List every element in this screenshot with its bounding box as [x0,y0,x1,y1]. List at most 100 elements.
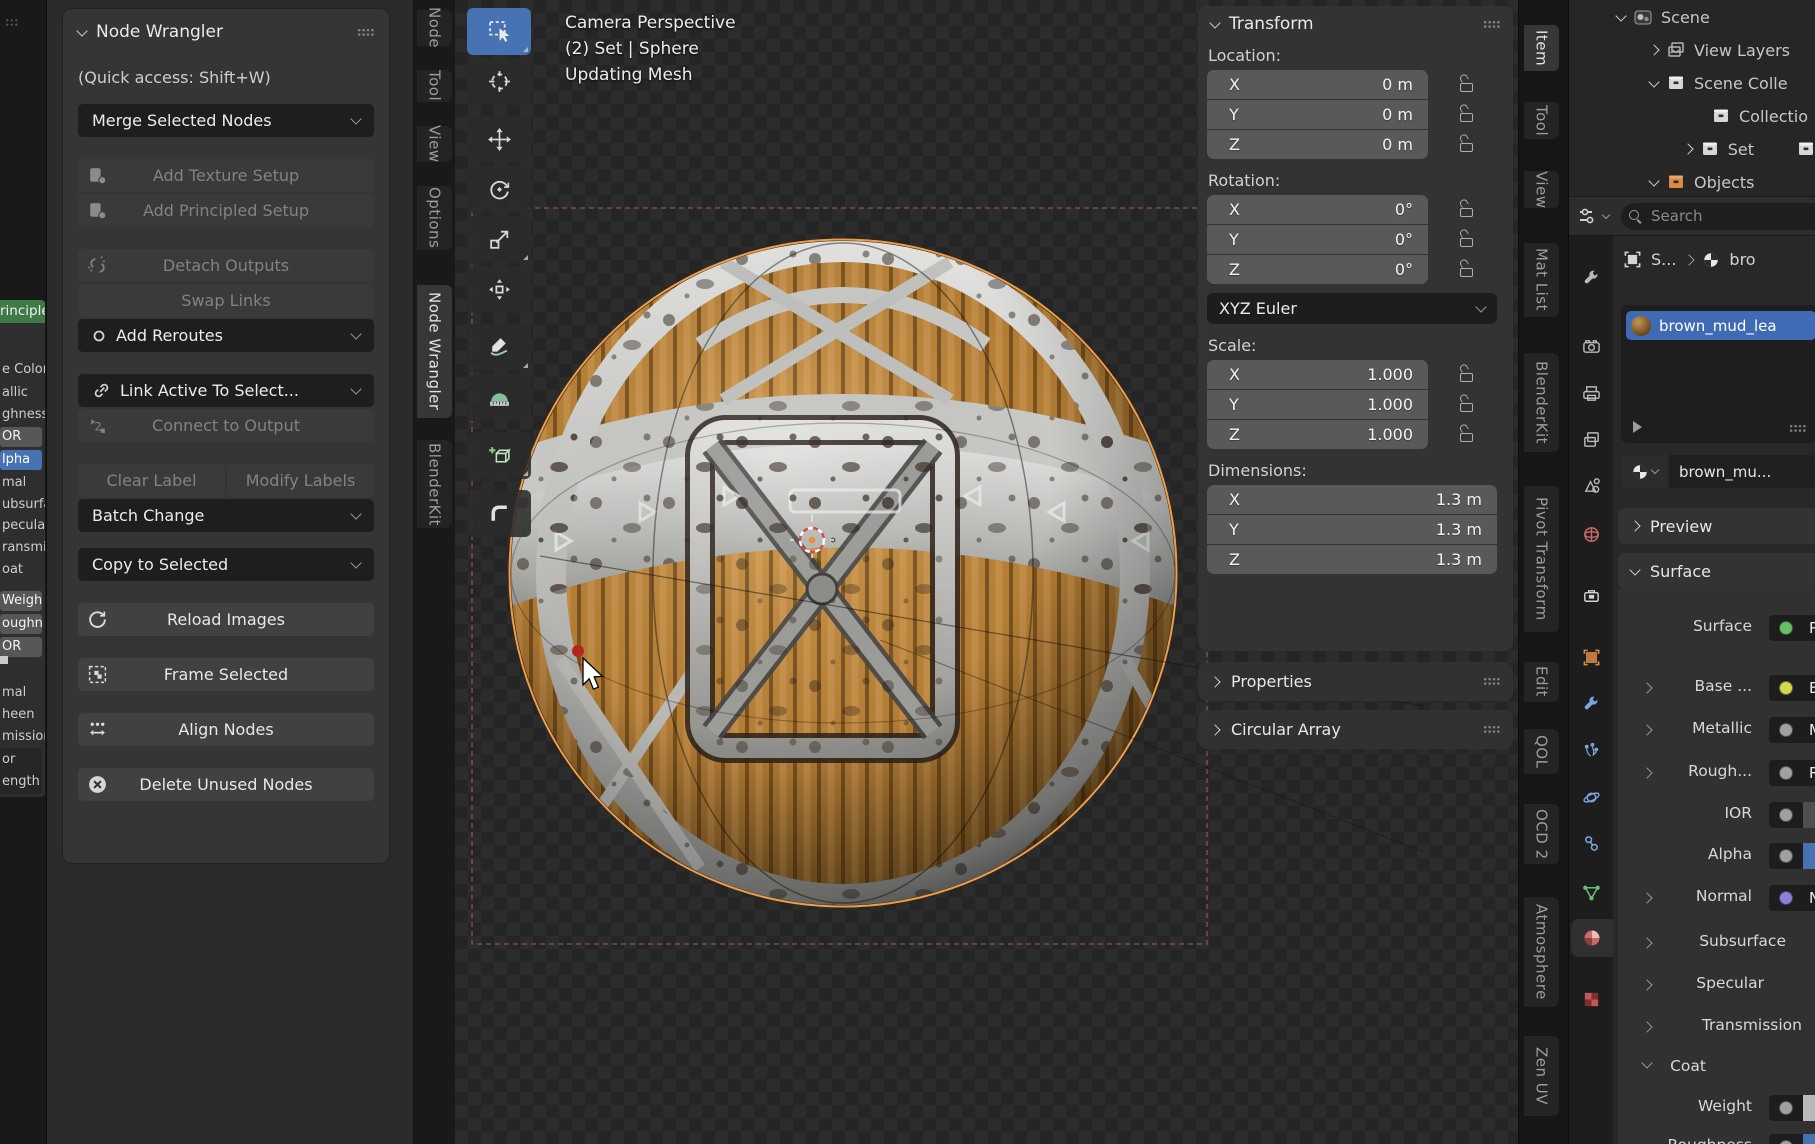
expand-arrow-icon[interactable] [1633,421,1642,433]
lock-icon[interactable] [1459,366,1474,383]
measure-tool[interactable] [467,374,531,421]
node-checkbox[interactable] [0,656,8,664]
node-socket[interactable]: mal [0,473,45,493]
alpha-input[interactable] [1769,843,1815,869]
select-box-tool[interactable] [467,8,531,55]
node-socket-field[interactable]: OR [0,427,42,447]
output-properties-tab[interactable] [1569,374,1613,412]
outliner-row-set[interactable]: Set [1569,134,1815,164]
node-socket[interactable]: ength [0,772,45,792]
modify-labels-button[interactable]: Modify Labels [227,464,374,497]
tab-blenderkit[interactable]: BlenderKit [1524,353,1559,452]
chevron-down-icon[interactable] [1648,175,1659,186]
object-data-properties-tab[interactable] [1569,873,1613,911]
frame-selected-button[interactable]: Frame Selected [78,658,374,691]
render-properties-tab[interactable] [1569,327,1613,365]
node-socket-field[interactable]: oughnes [0,614,42,634]
breadcrumb-object[interactable]: S... [1651,250,1676,269]
ior-input[interactable] [1769,802,1815,828]
outliner-row-collection[interactable]: Collectio [1569,101,1815,131]
add-reroutes-dropdown[interactable]: Add Reroutes [78,319,374,352]
coat-weight-input[interactable] [1769,1095,1815,1121]
add-principled-setup-button[interactable]: Add Principled Setup [78,194,374,227]
tab-edit[interactable]: Edit [1524,662,1559,702]
tab-view[interactable]: View [417,126,452,162]
outliner-row-scene[interactable]: Scene [1569,2,1815,32]
particle-properties-tab[interactable] [1569,731,1613,769]
coat-roughness-input[interactable] [1769,1134,1815,1144]
panel-collapse-icon[interactable] [76,25,87,36]
properties-collapsed-panel[interactable]: Properties [1198,662,1513,701]
annotate-tool[interactable] [467,324,531,371]
tab-item[interactable]: Item [1524,25,1559,71]
tab-view[interactable]: View [1524,171,1559,208]
lock-icon[interactable] [1459,261,1474,278]
lock-icon[interactable] [1459,106,1474,123]
add-cube-tool[interactable] [467,432,531,479]
node-socket[interactable]: allic [0,383,45,403]
tab-mat-list[interactable]: Mat List [1524,243,1559,317]
rotation-z-field[interactable]: Z0° [1207,255,1428,284]
dimensions-z-field[interactable]: Z1.3 m [1207,545,1497,574]
tab-options[interactable]: Options [417,186,452,250]
collection-properties-tab[interactable] [1569,577,1613,615]
surface-shader-selector[interactable]: P [1769,615,1815,641]
lock-icon[interactable] [1459,231,1474,248]
editor-type-properties-icon[interactable] [1577,205,1599,227]
connect-to-output-button[interactable]: 2 Connect to Output [78,409,374,442]
tab-tool[interactable]: Tool [417,70,452,102]
chevron-down-icon[interactable] [1641,1057,1652,1068]
node-socket-field-alpha[interactable]: lpha [0,450,42,470]
tab-zen-uv[interactable]: Zen UV [1524,1036,1559,1116]
chevron-right-icon[interactable] [1641,724,1652,735]
location-z-field[interactable]: Z0 m [1207,130,1428,159]
tool-properties-tab[interactable] [1569,258,1613,296]
lock-icon[interactable] [1459,396,1474,413]
surface-panel-header[interactable]: Surface [1618,553,1815,589]
node-socket[interactable]: pecular [0,516,45,536]
lock-icon[interactable] [1459,76,1474,93]
tab-ocd-2[interactable]: OCD 2 [1524,804,1559,864]
principled-node-body[interactable]: e Color allic ghness OR lpha mal ubsurfa… [0,323,45,797]
constraint-properties-tab[interactable] [1569,824,1613,862]
properties-search[interactable] [1621,203,1815,230]
principled-node-header[interactable]: rincipled [0,300,45,323]
merge-selected-nodes-dropdown[interactable]: Merge Selected Nodes [78,104,374,137]
base-color-input[interactable]: B [1769,675,1815,701]
tab-node-wrangler[interactable]: Node Wrangler [417,285,452,418]
delete-unused-nodes-button[interactable]: Delete Unused Nodes [78,768,374,801]
tab-qol[interactable]: QOL [1524,729,1559,774]
tab-node[interactable]: Node [417,10,452,46]
extrude-corner-tool[interactable] [467,490,531,537]
reload-images-button[interactable]: Reload Images [78,603,374,636]
scale-tool[interactable] [467,216,531,263]
breadcrumb-material[interactable]: bro [1729,250,1755,269]
node-socket[interactable]: oat [0,560,45,580]
lock-icon[interactable] [1459,426,1474,443]
physics-properties-tab[interactable] [1569,778,1613,816]
node-socket-field[interactable]: Weight [0,591,42,611]
chevron-right-icon[interactable] [1641,682,1652,693]
rotation-y-field[interactable]: Y0° [1207,225,1428,254]
normal-input[interactable]: N [1769,885,1815,911]
chevron-right-icon[interactable] [1641,1021,1652,1032]
chevron-right-icon[interactable] [1641,892,1652,903]
material-name-field[interactable]: brown_mu... [1669,455,1815,488]
panel-drag-handle-icon[interactable] [1483,677,1500,686]
chevron-right-icon[interactable] [1648,44,1659,55]
rotation-mode-dropdown[interactable]: XYZ Euler [1207,293,1497,324]
align-nodes-button[interactable]: Align Nodes [78,713,374,746]
lock-icon[interactable] [1459,201,1474,218]
modifier-properties-tab[interactable] [1569,684,1613,722]
outliner-row-objects[interactable]: Objects [1569,167,1815,197]
node-socket[interactable]: mal [0,683,45,703]
chevron-down-icon[interactable] [1648,76,1659,87]
scale-z-field[interactable]: Z1.000 [1207,420,1428,449]
material-slot-list[interactable]: brown_mud_lea [1621,305,1815,443]
node-socket[interactable]: heen [0,705,45,725]
dimensions-y-field[interactable]: Y1.3 m [1207,515,1497,544]
texture-properties-tab[interactable] [1569,980,1613,1018]
copy-to-selected-dropdown[interactable]: Copy to Selected [78,548,374,581]
material-properties-tab[interactable] [1571,919,1613,957]
panel-drag-handle-icon[interactable] [1483,725,1500,734]
